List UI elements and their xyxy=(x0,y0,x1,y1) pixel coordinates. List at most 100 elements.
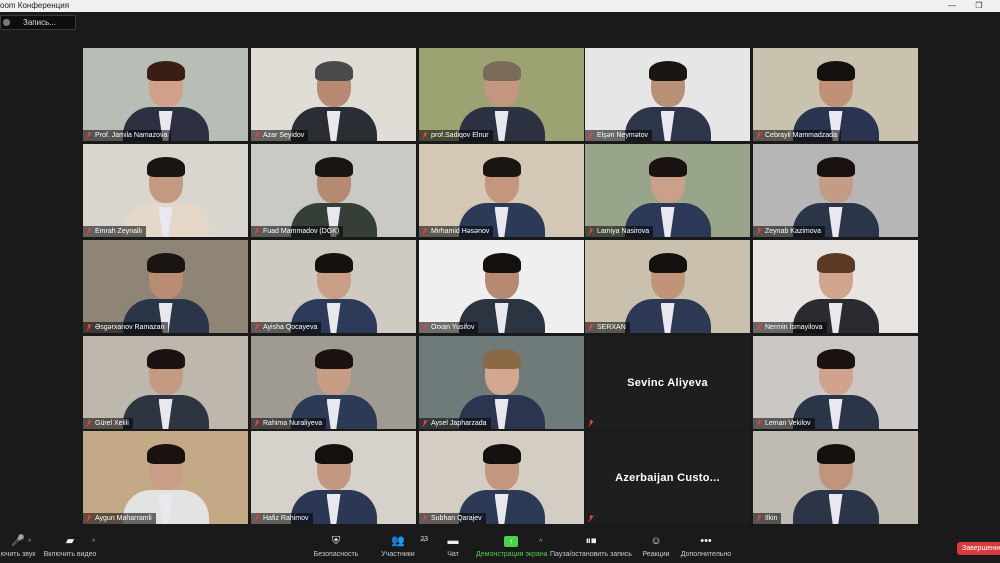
participant-tile[interactable]: Rahima Nuraliyeva xyxy=(251,336,416,429)
security-label: Безопасность xyxy=(313,551,359,558)
participant-name-text: Aysel Japharzada xyxy=(431,420,487,427)
camera-off-icon: ▰ xyxy=(65,535,75,547)
participants-options-chevron-icon[interactable]: ^ xyxy=(422,539,425,546)
participant-video-silhouette xyxy=(289,349,379,429)
participant-tile[interactable]: Nermin İsmayilova xyxy=(753,240,918,333)
participant-display-name: Azerbaijan Custo... xyxy=(615,471,720,484)
reactions-button[interactable]: ☺ Реакции xyxy=(640,535,672,558)
share-screen-icon: ↑ xyxy=(476,535,546,548)
participant-name-text: Ayisha Qocayeva xyxy=(263,324,318,331)
participant-video-silhouette xyxy=(791,157,881,237)
participant-name-label: Ayisha Qocayeva xyxy=(251,322,322,333)
participant-video-silhouette xyxy=(457,61,547,141)
recording-label: Запись... xyxy=(23,18,56,27)
pause-stop-icon: ⏸⏹ xyxy=(585,535,597,547)
participant-tile[interactable]: Azar Seyidov xyxy=(251,48,416,141)
share-options-chevron-icon[interactable]: ^ xyxy=(539,539,542,546)
start-video-button[interactable]: ▰ Включить видео xyxy=(42,535,98,558)
mic-muted-icon xyxy=(588,420,594,427)
participant-video-silhouette xyxy=(121,61,211,141)
participant-name-label: Orxan Yusifov xyxy=(419,322,479,333)
chat-button[interactable]: ▬ Чат xyxy=(440,535,466,558)
participant-tile[interactable]: Leman Vekilov xyxy=(753,336,918,429)
participant-video-silhouette xyxy=(457,444,547,524)
participant-name-text: Nermin İsmayilova xyxy=(765,324,823,331)
participant-video-silhouette xyxy=(791,253,881,333)
participant-name-label: Subhan Qarajev xyxy=(419,513,486,524)
participant-name-text: Aygun Maharramli xyxy=(95,515,152,522)
participant-name-label: Emrah Zeynallı xyxy=(83,226,147,237)
meeting-toolbar: 🎤 ючить звук ^ ▰ Включить видео ^ ⛨ Безо… xyxy=(0,531,1000,563)
mic-muted-icon xyxy=(756,132,762,139)
participant-tile[interactable]: Orxan Yusifov xyxy=(419,240,584,333)
participant-tile[interactable]: Elşən Neymətov xyxy=(585,48,750,141)
mic-muted-icon xyxy=(254,132,260,139)
chat-label: Чат xyxy=(447,551,459,558)
mic-muted-icon xyxy=(254,420,260,427)
participant-name-text: Orxan Yusifov xyxy=(431,324,475,331)
more-dots-icon: ••• xyxy=(700,535,712,547)
participant-tile[interactable]: Lamiya Nasirova xyxy=(585,144,750,237)
participant-tile[interactable]: Gürel Xelili xyxy=(83,336,248,429)
participant-name-label: Gürel Xelili xyxy=(83,418,133,429)
participant-tile[interactable]: Ilkin xyxy=(753,431,918,524)
participant-tile[interactable]: Aysel Japharzada xyxy=(419,336,584,429)
participant-tile[interactable]: Fuad Mammadov (DGK) xyxy=(251,144,416,237)
participant-name-label: Aygun Maharramli xyxy=(83,513,156,524)
mic-muted-icon xyxy=(588,515,594,522)
minimize-icon[interactable]: — xyxy=(945,0,959,12)
more-button[interactable]: ••• Дополнительно xyxy=(680,535,732,558)
participant-video-silhouette xyxy=(289,253,379,333)
participant-tile[interactable]: Əsgərxanov Ramazan xyxy=(83,240,248,333)
participant-tile[interactable]: Zeynab Kazimova xyxy=(753,144,918,237)
participant-video-silhouette xyxy=(623,253,713,333)
more-label: Дополнительно xyxy=(680,551,732,558)
participant-tile[interactable]: Sevinc Aliyeva xyxy=(585,336,750,429)
participant-tile[interactable]: Ayisha Qocayeva xyxy=(251,240,416,333)
participant-name-text: Emrah Zeynallı xyxy=(95,228,143,235)
participant-tile[interactable]: Cebrayil Mammadzada xyxy=(753,48,918,141)
pause-stop-recording-button[interactable]: ⏸⏹ Пауза/остановить запись xyxy=(550,535,632,558)
participant-name-label: Əsgərxanov Ramazan xyxy=(83,322,169,333)
mic-muted-icon xyxy=(254,324,260,331)
share-screen-button[interactable]: ↑ Демонстрация экрана xyxy=(476,535,548,558)
participant-name-text: Leman Vekilov xyxy=(765,420,811,427)
security-button[interactable]: ⛨ Безопасность xyxy=(312,535,360,558)
participant-tile[interactable]: Prof. Jamila Namazova xyxy=(83,48,248,141)
participant-video-silhouette xyxy=(121,253,211,333)
reaction-smiley-icon: ☺ xyxy=(650,535,662,547)
participant-video-silhouette xyxy=(121,349,211,429)
mic-muted-icon xyxy=(86,228,92,235)
mic-muted-icon xyxy=(588,132,594,139)
participant-name-text: Gürel Xelili xyxy=(95,420,129,427)
participant-video-silhouette xyxy=(457,253,547,333)
participant-name-label: Lamiya Nasirova xyxy=(585,226,654,237)
audio-options-chevron-icon[interactable]: ^ xyxy=(28,539,31,546)
participant-tile[interactable]: Subhan Qarajev xyxy=(419,431,584,524)
participant-tile[interactable]: Aygun Maharramli xyxy=(83,431,248,524)
participant-name-text: Fuad Mammadov (DGK) xyxy=(263,228,340,235)
participant-name-label: Azar Seyidov xyxy=(251,130,309,141)
participant-tile[interactable]: Azerbaijan Custo... xyxy=(585,431,750,524)
recording-indicator[interactable]: Запись... xyxy=(0,15,76,30)
participant-video-silhouette xyxy=(457,349,547,429)
participant-name-label: Aysel Japharzada xyxy=(419,418,491,429)
participant-tile[interactable]: SERXAN xyxy=(585,240,750,333)
participants-button[interactable]: 👥 23 Участники xyxy=(378,535,428,558)
participant-tile[interactable]: Emrah Zeynallı xyxy=(83,144,248,237)
mic-muted-icon xyxy=(422,515,428,522)
participant-name-text: Lamiya Nasirova xyxy=(597,228,650,235)
mic-muted-icon xyxy=(86,515,92,522)
mic-muted-icon xyxy=(588,228,594,235)
shield-icon: ⛨ xyxy=(331,535,341,547)
participant-name-text: Hafiz Rahimov xyxy=(263,515,309,522)
participant-name-text: Azar Seyidov xyxy=(263,132,305,139)
video-options-chevron-icon[interactable]: ^ xyxy=(92,539,95,546)
participant-tile[interactable]: Mirhamid Həsənov xyxy=(419,144,584,237)
mic-muted-icon xyxy=(422,228,428,235)
participant-name-text: Subhan Qarajev xyxy=(431,515,482,522)
end-meeting-button[interactable]: Завершение xyxy=(957,542,1000,555)
restore-icon[interactable]: ❐ xyxy=(972,0,986,12)
participant-tile[interactable]: Hafiz Rahimov xyxy=(251,431,416,524)
participant-tile[interactable]: prof.Sadiqov Elnur xyxy=(419,48,584,141)
